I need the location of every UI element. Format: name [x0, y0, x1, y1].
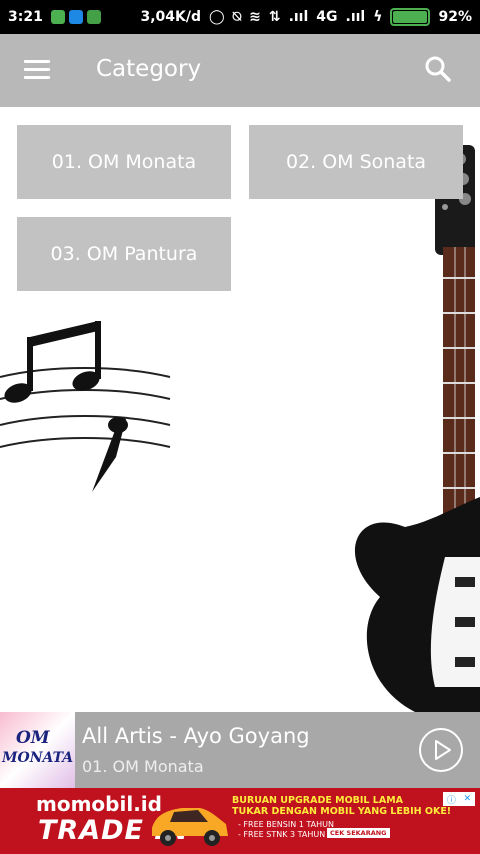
info-icon[interactable]: ⓘ — [447, 793, 456, 806]
track-category: 01. OM Monata — [82, 757, 204, 776]
page-title: Category — [96, 56, 202, 82]
album-art: OM MONATA — [0, 712, 75, 788]
signal-1: .ııl — [288, 9, 309, 25]
music-notes-illustration — [0, 321, 171, 492]
sync-icon: ◯ — [209, 9, 225, 25]
album-art-text-2: MONATA — [2, 750, 74, 766]
guitar-illustration — [354, 145, 480, 712]
category-label: 03. OM Pantura — [50, 243, 198, 265]
game-icon — [86, 10, 101, 24]
ad-promo-title: BURUAN UPGRADE MOBIL LAMA TUKAR DENGAN M… — [232, 795, 451, 817]
network-speed: 3,04K/d — [140, 9, 202, 25]
category-content: 01. OM Monata 02. OM Sonata 03. OM Pantu… — [0, 107, 480, 712]
app-bar: Category — [0, 34, 480, 107]
search-icon[interactable] — [425, 56, 451, 82]
hamburger-menu-icon[interactable] — [24, 60, 50, 80]
battery-icon — [390, 8, 431, 26]
mini-player[interactable]: OM MONATA All Artis - Ayo Goyang 01. OM … — [0, 712, 480, 788]
signal-2: .ııl — [345, 9, 366, 25]
close-icon[interactable]: ✕ — [464, 794, 472, 804]
ad-cta-badge[interactable]: CEK SEKARANG — [327, 828, 390, 838]
status-time: 3:21 — [8, 9, 43, 25]
wifi-icon: ≋ — [249, 9, 261, 25]
category-tile-1[interactable]: 01. OM Monata — [17, 125, 231, 199]
status-bar: 3:21 3,04K/d ◯ ⍉ ≋ ⇅ .ııl 4G .ııl ϟ 92% — [0, 0, 480, 34]
data-transfer-icon: ⇅ — [268, 9, 281, 25]
ad-banner[interactable]: momobil.id TRADE IN BURUAN UPGRADE MOBIL… — [0, 788, 480, 854]
category-label: 02. OM Sonata — [285, 151, 427, 173]
status-right: 3,04K/d ◯ ⍉ ≋ ⇅ .ııl 4G .ııl ϟ 92% — [140, 0, 472, 34]
ad-promo-line-1: - FREE BENSIN 1 TAHUN — [238, 820, 334, 829]
charging-icon: ϟ — [373, 9, 383, 25]
track-title: All Artis - Ayo Goyang — [82, 724, 310, 748]
battery-fill — [393, 11, 427, 23]
ad-brand: momobil.id — [36, 792, 162, 816]
network-type: 4G — [316, 9, 338, 25]
ad-promo-line-2: - FREE STNK 3 TAHUN — [238, 830, 326, 839]
ad-promo-title-2: TUKAR DENGAN MOBIL YANG LEBIH OKE! — [232, 806, 452, 817]
alarm-off-icon: ⍉ — [232, 9, 242, 25]
ad-promo-lines: - FREE BENSIN 1 TAHUN - FREE STNK 3 TAHU… — [238, 820, 334, 840]
car-image — [152, 808, 228, 846]
ad-choices[interactable]: ⓘ ✕ — [443, 792, 475, 806]
album-art-text-1: OM — [16, 728, 50, 748]
notification-icons — [50, 10, 101, 24]
category-label: 01. OM Monata — [51, 151, 197, 173]
category-tile-3[interactable]: 03. OM Pantura — [17, 217, 231, 291]
notification-app-icon — [50, 10, 65, 24]
category-tile-2[interactable]: 02. OM Sonata — [249, 125, 463, 199]
ad-promo-title-1: BURUAN UPGRADE MOBIL LAMA — [232, 795, 404, 806]
cloud-icon — [68, 10, 83, 24]
battery-percent: 92% — [438, 9, 472, 25]
play-circle-icon[interactable] — [418, 727, 464, 773]
